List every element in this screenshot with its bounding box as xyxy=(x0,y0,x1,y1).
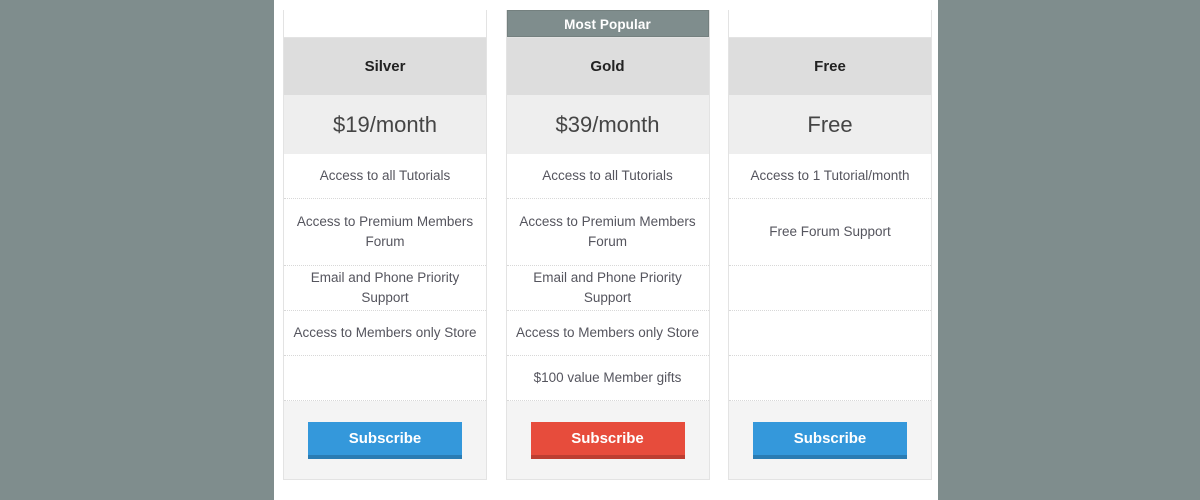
feature-row-empty xyxy=(729,356,931,401)
plan-features-free: Access to 1 Tutorial/month Free Forum Su… xyxy=(729,154,931,401)
ribbon-placeholder-silver xyxy=(284,10,486,37)
plan-features-gold: Access to all Tutorials Access to Premiu… xyxy=(506,154,709,401)
subscribe-button-free[interactable]: Subscribe xyxy=(753,421,907,459)
feature-row: Free Forum Support xyxy=(729,199,931,266)
plan-features-silver: Access to all Tutorials Access to Premiu… xyxy=(284,154,486,401)
feature-row: Access to all Tutorials xyxy=(284,154,486,199)
plan-title-free: Free xyxy=(729,37,931,95)
most-popular-badge: Most Popular xyxy=(506,10,709,37)
plan-footer-free: Subscribe xyxy=(729,401,931,479)
pricing-plan-silver[interactable]: Silver $19/month Access to all Tutorials… xyxy=(283,10,487,480)
feature-row: Email and Phone Priority Support xyxy=(506,266,709,311)
feature-row: Email and Phone Priority Support xyxy=(284,266,486,311)
feature-row-empty xyxy=(284,356,486,401)
plan-footer-gold: Subscribe xyxy=(506,401,709,479)
feature-row: Access to 1 Tutorial/month xyxy=(729,154,931,199)
pricing-page: Silver $19/month Access to all Tutorials… xyxy=(0,0,1200,500)
feature-row: Access to Premium Members Forum xyxy=(506,199,709,266)
pricing-plans-container: Silver $19/month Access to all Tutorials… xyxy=(283,10,932,488)
plan-price-free: Free xyxy=(729,95,931,154)
subscribe-button-silver[interactable]: Subscribe xyxy=(308,421,462,459)
subscribe-button-gold[interactable]: Subscribe xyxy=(530,421,685,459)
feature-row: Access to Members only Store xyxy=(506,311,709,356)
feature-row-empty xyxy=(729,311,931,356)
plan-price-silver: $19/month xyxy=(284,95,486,154)
feature-row: Access to Members only Store xyxy=(284,311,486,356)
plan-title-silver: Silver xyxy=(284,37,486,95)
feature-row-empty xyxy=(729,266,931,311)
plan-price-gold: $39/month xyxy=(506,95,709,154)
feature-row: Access to Premium Members Forum xyxy=(284,199,486,266)
feature-row: Access to all Tutorials xyxy=(506,154,709,199)
plan-title-gold: Gold xyxy=(506,37,709,95)
pricing-plan-free[interactable]: Free Free Access to 1 Tutorial/month Fre… xyxy=(728,10,932,480)
feature-row: $100 value Member gifts xyxy=(506,356,709,401)
pricing-plan-gold[interactable]: Most Popular Gold $39/month Access to al… xyxy=(505,10,710,480)
plan-footer-silver: Subscribe xyxy=(284,401,486,479)
ribbon-placeholder-free xyxy=(729,10,931,37)
